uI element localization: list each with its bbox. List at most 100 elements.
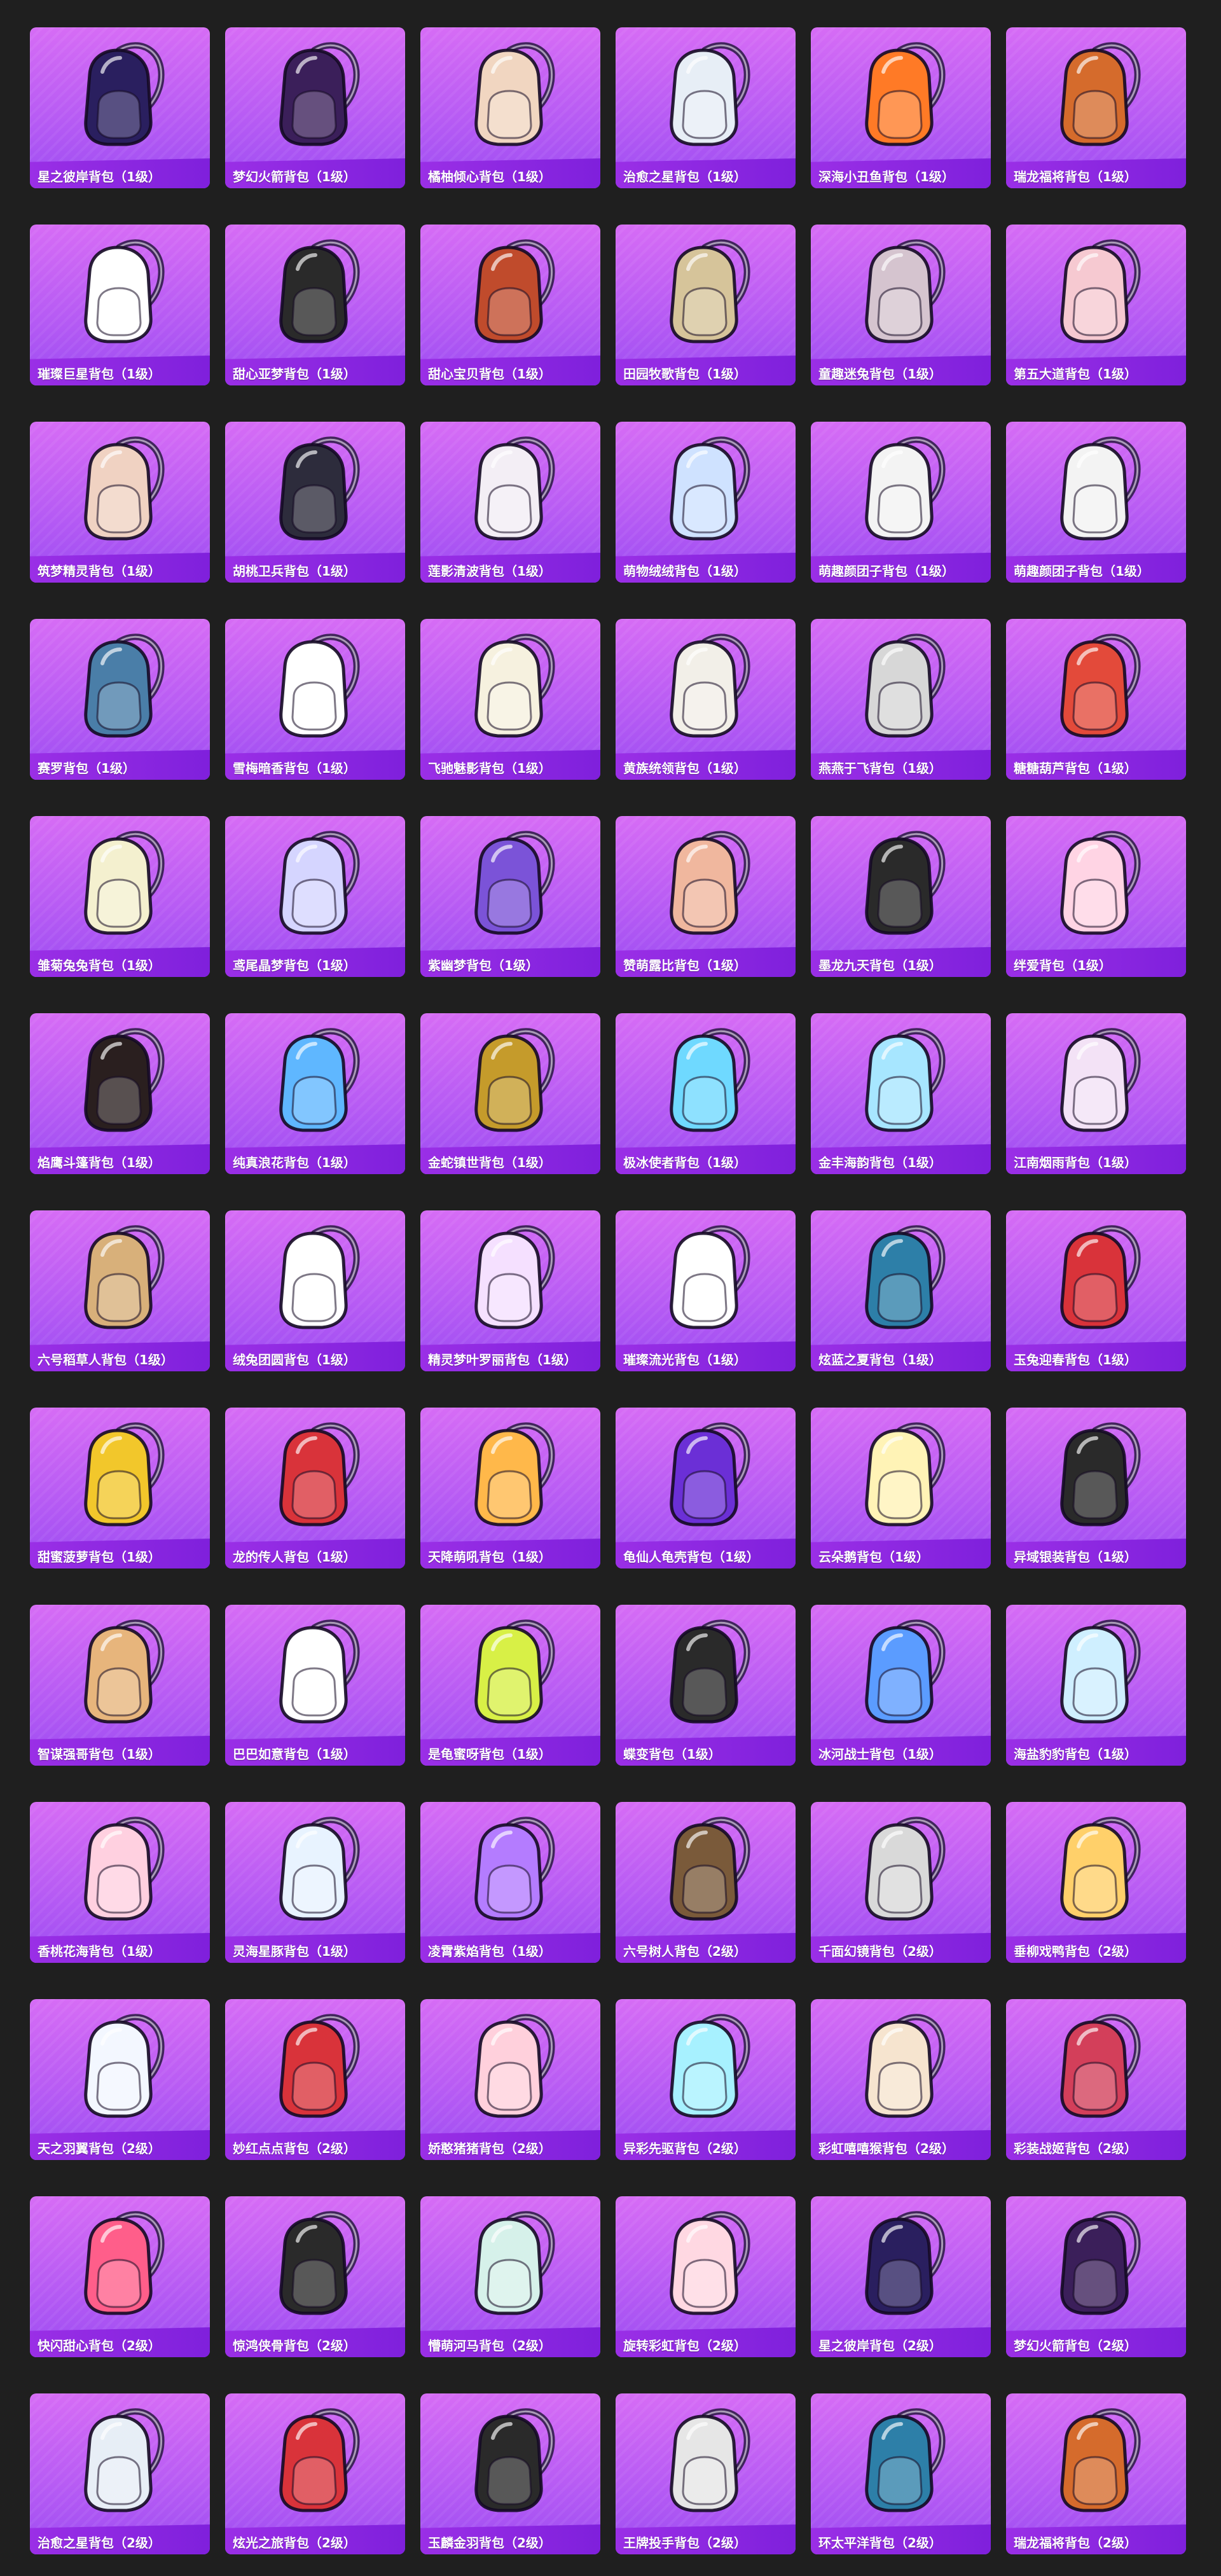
backpack-icon [1039, 630, 1154, 742]
backpack-card[interactable]: 冰河战士背包（1级） [811, 1605, 991, 1766]
backpack-card[interactable]: 玉兔迎春背包（1级） [1006, 1210, 1186, 1371]
backpack-card[interactable]: 飞驰魅影背包（1级） [420, 619, 600, 780]
backpack-card[interactable]: 灵海星豚背包（1级） [225, 1802, 405, 1963]
label-bar: 糖糖葫芦背包（1级） [1006, 750, 1186, 780]
backpack-card[interactable]: 赛罗背包（1级） [30, 619, 210, 780]
backpack-name: 蝶变背包（1级） [623, 1747, 721, 1762]
backpack-card[interactable]: 瑞龙福将背包（2级） [1006, 2393, 1186, 2554]
backpack-card[interactable]: 云朵鹅背包（1级） [811, 1408, 991, 1568]
backpack-card[interactable]: 焰鹰斗篷背包（1级） [30, 1013, 210, 1174]
backpack-card[interactable]: 王牌投手背包（2级） [616, 2393, 796, 2554]
backpack-icon [649, 1419, 763, 1530]
backpack-card[interactable]: 纯真浪花背包（1级） [225, 1013, 405, 1174]
backpack-card[interactable]: 蝶变背包（1级） [616, 1605, 796, 1766]
backpack-card[interactable]: 甜心宝贝背包（1级） [420, 225, 600, 385]
backpack-icon [453, 2208, 568, 2319]
backpack-card[interactable]: 极冰使者背包（1级） [616, 1013, 796, 1174]
backpack-card[interactable]: 星之彼岸背包（2级） [811, 2196, 991, 2357]
label-bar: 六号树人背包（2级） [616, 1933, 796, 1963]
backpack-card[interactable]: 墨龙九天背包（1级） [811, 816, 991, 977]
backpack-card[interactable]: 燕燕于飞背包（1级） [811, 619, 991, 780]
backpack-card[interactable]: 璀璨流光背包（1级） [616, 1210, 796, 1371]
backpack-card[interactable]: 治愈之星背包（1级） [616, 27, 796, 188]
backpack-card[interactable]: 懵萌河马背包（2级） [420, 2196, 600, 2357]
backpack-card[interactable]: 彩虹嘻嘻猴背包（2级） [811, 1999, 991, 2160]
backpack-card[interactable]: 赞萌露比背包（1级） [616, 816, 796, 977]
backpack-card[interactable]: 甜心亚梦背包（1级） [225, 225, 405, 385]
backpack-card[interactable]: 精灵梦叶罗丽背包（1级） [420, 1210, 600, 1371]
backpack-icon [63, 1616, 177, 1728]
backpack-card[interactable]: 异彩先驱背包（2级） [616, 1999, 796, 2160]
backpack-card[interactable]: 糖糖葫芦背包（1级） [1006, 619, 1186, 780]
backpack-icon [649, 39, 763, 150]
backpack-icon [258, 1616, 373, 1728]
backpack-card[interactable]: 彩装战姬背包（2级） [1006, 1999, 1186, 2160]
backpack-card[interactable]: 环太平洋背包（2级） [811, 2393, 991, 2554]
backpack-card[interactable]: 龙的传人背包（1级） [225, 1408, 405, 1568]
backpack-card[interactable]: 黄族统领背包（1级） [616, 619, 796, 780]
label-bar: 彩装战姬背包（2级） [1006, 2130, 1186, 2160]
backpack-icon [844, 2208, 958, 2319]
backpack-card[interactable]: 雪梅暗香背包（1级） [225, 619, 405, 780]
backpack-icon [63, 1025, 177, 1136]
backpack-card[interactable]: 江南烟雨背包（1级） [1006, 1013, 1186, 1174]
backpack-card[interactable]: 玉麟金羽背包（2级） [420, 2393, 600, 2554]
backpack-card[interactable]: 妙红点点背包（2级） [225, 1999, 405, 2160]
backpack-name: 彩装战姬背包（2级） [1014, 2141, 1137, 2156]
backpack-card[interactable]: 橘柚倾心背包（1级） [420, 27, 600, 188]
backpack-card[interactable]: 梦幻火箭背包（2级） [1006, 2196, 1186, 2357]
backpack-card[interactable]: 第五大道背包（1级） [1006, 225, 1186, 385]
backpack-card[interactable]: 六号树人背包（2级） [616, 1802, 796, 1963]
backpack-card[interactable]: 惊鸿侠骨背包（2级） [225, 2196, 405, 2357]
backpack-card[interactable]: 星之彼岸背包（1级） [30, 27, 210, 188]
backpack-card[interactable]: 绒兔团圆背包（1级） [225, 1210, 405, 1371]
backpack-card[interactable]: 凌霄紫焰背包（1级） [420, 1802, 600, 1963]
backpack-card[interactable]: 莲影清波背包（1级） [420, 422, 600, 583]
backpack-card[interactable]: 金蛇镇世背包（1级） [420, 1013, 600, 1174]
backpack-card[interactable]: 天之羽翼背包（2级） [30, 1999, 210, 2160]
backpack-card[interactable]: 海盐豹豹背包（1级） [1006, 1605, 1186, 1766]
backpack-card[interactable]: 萌趣颜团子背包（1级） [1006, 422, 1186, 583]
backpack-card[interactable]: 异域银装背包（1级） [1006, 1408, 1186, 1568]
backpack-card[interactable]: 璀璨巨星背包（1级） [30, 225, 210, 385]
backpack-card[interactable]: 龟仙人龟壳背包（1级） [616, 1408, 796, 1568]
backpack-card[interactable]: 童趣迷兔背包（1级） [811, 225, 991, 385]
label-bar: 异彩先驱背包（2级） [616, 2130, 796, 2160]
backpack-icon [649, 1616, 763, 1728]
backpack-card[interactable]: 快闪甜心背包（2级） [30, 2196, 210, 2357]
backpack-card[interactable]: 瑞龙福将背包（1级） [1006, 27, 1186, 188]
backpack-card[interactable]: 旋转彩虹背包（2级） [616, 2196, 796, 2357]
backpack-name: 瑞龙福将背包（1级） [1014, 169, 1137, 184]
backpack-icon [844, 433, 958, 544]
backpack-card[interactable]: 六号稻草人背包（1级） [30, 1210, 210, 1371]
label-bar: 环太平洋背包（2级） [811, 2524, 991, 2554]
backpack-card[interactable]: 田园牧歌背包（1级） [616, 225, 796, 385]
backpack-card[interactable]: 炫光之旅背包（2级） [225, 2393, 405, 2554]
backpack-card[interactable]: 炫蓝之夏背包（1级） [811, 1210, 991, 1371]
label-bar: 智谋强哥背包（1级） [30, 1736, 210, 1766]
backpack-card[interactable]: 紫幽梦背包（1级） [420, 816, 600, 977]
backpack-card[interactable]: 深海小丑鱼背包（1级） [811, 27, 991, 188]
backpack-card[interactable]: 是龟蜜呀背包（1级） [420, 1605, 600, 1766]
backpack-card[interactable]: 胡桃卫兵背包（1级） [225, 422, 405, 583]
backpack-card[interactable]: 萌物绒绒背包（1级） [616, 422, 796, 583]
backpack-card[interactable]: 绊爱背包（1级） [1006, 816, 1186, 977]
backpack-icon [63, 2011, 177, 2122]
backpack-card[interactable]: 雏菊兔兔背包（1级） [30, 816, 210, 977]
backpack-card[interactable]: 智谋强哥背包（1级） [30, 1605, 210, 1766]
backpack-card[interactable]: 香桃花海背包（1级） [30, 1802, 210, 1963]
backpack-card[interactable]: 巴巴如意背包（1级） [225, 1605, 405, 1766]
backpack-card[interactable]: 筑梦精灵背包（1级） [30, 422, 210, 583]
backpack-card[interactable]: 鸢尾晶梦背包（1级） [225, 816, 405, 977]
backpack-icon [258, 433, 373, 544]
backpack-card[interactable]: 天降萌吼背包（1级） [420, 1408, 600, 1568]
backpack-card[interactable]: 娇憨猪猪背包（2级） [420, 1999, 600, 2160]
backpack-card[interactable]: 千面幻镜背包（2级） [811, 1802, 991, 1963]
label-bar: 旋转彩虹背包（2级） [616, 2327, 796, 2357]
backpack-card[interactable]: 治愈之星背包（2级） [30, 2393, 210, 2554]
backpack-card[interactable]: 梦幻火箭背包（1级） [225, 27, 405, 188]
backpack-card[interactable]: 甜蜜菠萝背包（1级） [30, 1408, 210, 1568]
backpack-card[interactable]: 萌趣颜团子背包（1级） [811, 422, 991, 583]
backpack-card[interactable]: 垂柳戏鸭背包（2级） [1006, 1802, 1186, 1963]
backpack-card[interactable]: 金丰海韵背包（1级） [811, 1013, 991, 1174]
